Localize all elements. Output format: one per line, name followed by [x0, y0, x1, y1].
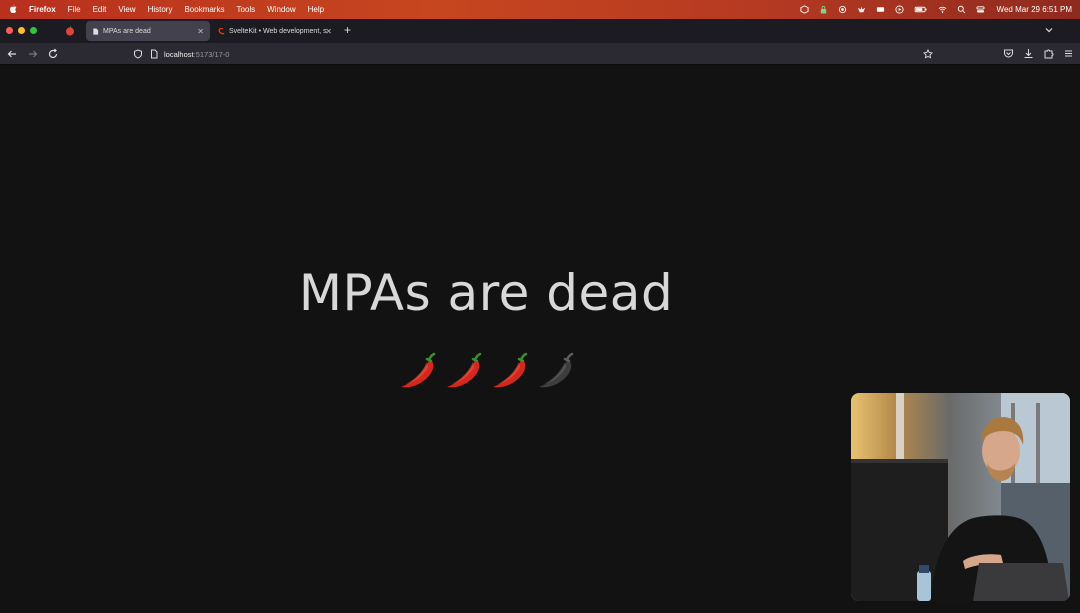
menu-tools[interactable]: Tools [236, 5, 255, 14]
star-bookmark-icon[interactable] [923, 49, 933, 59]
back-arrow-icon[interactable] [6, 48, 18, 60]
tab-sveltekit[interactable]: SvelteKit • Web development, s ✕ [212, 21, 338, 41]
shield-icon[interactable] [133, 49, 143, 59]
lock-icon[interactable] [819, 5, 828, 14]
menu-window[interactable]: Window [267, 5, 295, 14]
chevron-down-icon[interactable] [1044, 25, 1054, 35]
close-window-button[interactable] [6, 27, 13, 34]
menu-bookmarks[interactable]: Bookmarks [184, 5, 224, 14]
hamburger-menu-icon[interactable] [1063, 48, 1074, 59]
menu-file[interactable]: File [68, 5, 81, 14]
control-center-icon[interactable] [975, 5, 985, 14]
menu-edit[interactable]: Edit [93, 5, 107, 14]
battery-icon[interactable] [914, 5, 928, 14]
wifi-icon[interactable] [938, 5, 947, 14]
reload-icon[interactable] [47, 48, 59, 60]
bird-icon[interactable] [857, 5, 866, 14]
search-icon[interactable] [957, 5, 966, 14]
close-tab-icon[interactable]: ✕ [325, 27, 332, 36]
spiciness-rating [396, 350, 578, 394]
url-host: localhost [164, 49, 194, 59]
slide-title: MPAs are dead [298, 264, 674, 322]
menu-history[interactable]: History [148, 5, 173, 14]
tab-title: MPAs are dead [103, 27, 151, 35]
pinned-tab-pepper-icon[interactable] [65, 26, 75, 36]
chili-pepper-icon [401, 352, 436, 388]
new-tab-button[interactable]: + [344, 23, 351, 37]
download-icon[interactable] [1023, 48, 1034, 59]
menu-help[interactable]: Help [308, 5, 324, 14]
menu-bar-clock[interactable]: Wed Mar 29 6:51 PM [997, 5, 1072, 14]
url-path: :5173/17-0 [193, 49, 230, 59]
play-circle-icon[interactable] [894, 5, 904, 14]
page-info-icon[interactable] [149, 49, 159, 59]
extensions-puzzle-icon[interactable] [1043, 48, 1054, 59]
card-icon[interactable] [876, 5, 885, 14]
chili-pepper-icon [493, 352, 528, 388]
menu-firefox[interactable]: Firefox [29, 5, 56, 14]
zoom-window-button[interactable] [30, 27, 37, 34]
tab-mpas-are-dead[interactable]: MPAs are dead ✕ [86, 21, 210, 41]
forward-arrow-icon[interactable] [27, 48, 39, 60]
speaker-video-frame [851, 393, 1070, 601]
navigation-toolbar: localhost:5173/17-0 [0, 43, 1080, 65]
url-text[interactable]: localhost:5173/17-0 [164, 50, 229, 59]
page-icon [93, 27, 99, 35]
swirl-icon[interactable] [838, 5, 847, 14]
macos-menu-bar: Firefox File Edit View History Bookmarks… [0, 0, 1080, 19]
close-tab-icon[interactable]: ✕ [197, 27, 204, 36]
speaker-webcam-overlay [851, 393, 1070, 601]
address-bar[interactable]: localhost:5173/17-0 [130, 45, 940, 63]
menu-view[interactable]: View [118, 5, 135, 14]
pocket-icon[interactable] [1003, 48, 1014, 59]
svelte-logo-icon [218, 27, 225, 34]
chili-pepper-icon [447, 352, 482, 388]
tab-title: SvelteKit • Web development, s [229, 27, 327, 35]
tab-strip: MPAs are dead ✕ SvelteKit • Web developm… [0, 19, 1080, 43]
apple-menu-icon[interactable] [9, 4, 23, 15]
minimize-window-button[interactable] [18, 27, 25, 34]
cube-icon[interactable] [799, 5, 809, 14]
chili-pepper-gray-icon [539, 352, 574, 388]
